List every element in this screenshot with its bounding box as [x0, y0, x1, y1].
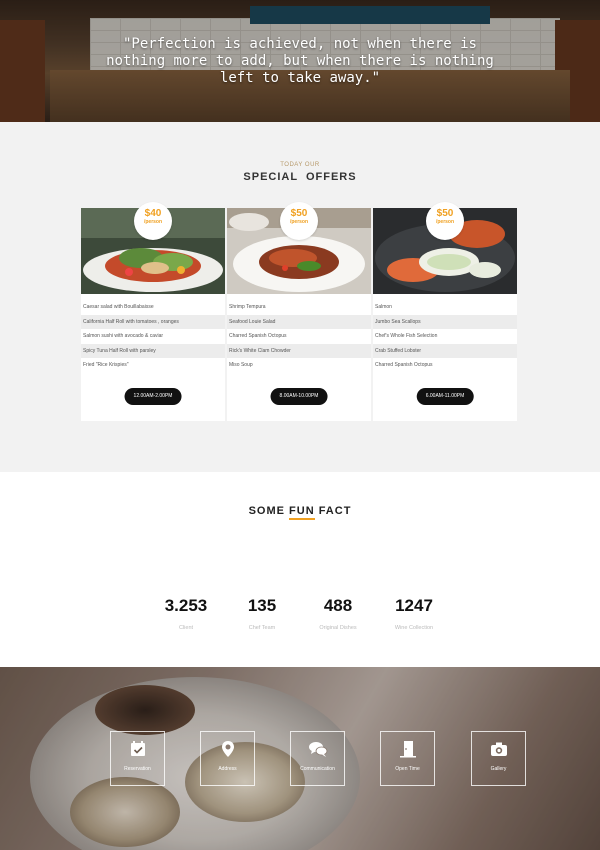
service-gallery[interactable]: Gallery [471, 731, 526, 786]
menu-item: Salmon sushi with avocado & caviar [83, 333, 164, 340]
fact-value: 1247 [395, 596, 433, 615]
special-offers-section: TODAY OUR SPECIAL OFFERS $40 /person Cae… [0, 122, 600, 472]
service-open-time[interactable]: Open Time [380, 731, 435, 786]
menu-list: Caesar salad with Bouillabaisse Californ… [81, 300, 225, 373]
price-value: $50 [436, 208, 454, 219]
menu-item: Fried "Rice Krispies" [83, 362, 129, 369]
price-badge: $40 /person [134, 202, 172, 240]
price-unit: /person [289, 219, 309, 225]
menu-item: Salmon [375, 304, 392, 310]
chat-bubbles-icon [308, 742, 327, 757]
menu-item: Jumbo Sea Scallops [373, 314, 517, 330]
facts-title-post: FACT [314, 505, 352, 517]
facts-title-pre: SOME [248, 505, 290, 517]
offers-heading: SPECIAL OFFERS [243, 171, 357, 183]
menu-item: Chef's Whole Fish Selection [375, 333, 438, 340]
map-pin-icon [221, 741, 234, 757]
service-label: Reservation [124, 766, 151, 772]
door-icon [399, 741, 416, 758]
offer-card: $50 /person Shrimp Tempura Seafood Louie… [227, 202, 371, 421]
price-value: $40 [144, 208, 162, 219]
menu-item: Crab Stuffed Lobster [373, 343, 517, 359]
menu-list: Shrimp Tempura Seafood Louie Salad Charr… [227, 300, 371, 373]
service-label: Communication [300, 766, 335, 772]
service-communication[interactable]: Communication [290, 731, 345, 786]
fun-facts-section: SOME FUN FACT 3.253 Client 135 Chef Team… [0, 472, 600, 667]
hero-quote: "Perfection is achieved, not when there … [106, 36, 494, 86]
price-value: $50 [290, 208, 308, 219]
service-reservation[interactable]: Reservation [110, 731, 165, 786]
price-badge: $50 /person [280, 202, 318, 240]
menu-item: Spicy Tuna Half Roll with parsley [81, 343, 225, 359]
fact-value: 135 [247, 596, 277, 615]
offer-card: $40 /person Caesar salad with Bouillabai… [81, 202, 225, 421]
menu-list: Salmon Jumbo Sea Scallops Chef's Whole F… [373, 300, 517, 373]
menu-item: Seafood Louie Salad [227, 314, 371, 330]
fact-value: 3.253 [164, 596, 208, 615]
fact-wine-collection: 1247 Wine Collection [374, 596, 454, 631]
service-label: Open Time [395, 766, 420, 772]
price-unit: /person [143, 219, 163, 225]
hours-button[interactable]: 12.00AM-2.00PM [124, 388, 182, 405]
fact-chef-team: 135 Chef Team [222, 596, 302, 631]
price-badge: $50 /person [426, 202, 464, 240]
hours-button[interactable]: 8.00AM-10.00PM [270, 388, 328, 405]
fact-value: 488 [323, 596, 353, 615]
camera-icon [490, 742, 507, 756]
service-label: Gallery [490, 766, 507, 772]
offer-card: $50 /person Salmon Jumbo Sea Scallops Ch… [373, 202, 517, 421]
fact-label: Client [178, 625, 194, 631]
price-unit: /person [435, 219, 455, 225]
menu-item: Shrimp Tempura [229, 304, 266, 310]
hero-banner: "Perfection is achieved, not when there … [0, 0, 600, 122]
facts-title: SOME FUN FACT [0, 505, 600, 520]
menu-item: Charred Spanish Octopus [375, 362, 433, 369]
menu-item: Rick's White Clam Chowder [227, 343, 371, 359]
fact-label: Original Dishes [319, 625, 357, 631]
service-address[interactable]: Address [200, 731, 255, 786]
fact-original-dishes: 488 Original Dishes [298, 596, 378, 631]
menu-item: California Half Roll with tomatoes , ora… [81, 314, 225, 330]
menu-item: Caesar salad with Bouillabaisse [83, 304, 154, 310]
facts-title-highlight: FUN [289, 505, 315, 520]
menu-item: Charred Spanish Octopus [229, 333, 287, 340]
fact-label: Wine Collection [394, 625, 434, 631]
fact-client: 3.253 Client [146, 596, 226, 631]
offers-eyebrow: TODAY OUR [280, 162, 320, 168]
service-label: Address [218, 766, 237, 772]
calendar-check-icon [130, 741, 145, 756]
fact-label: Chef Team [248, 625, 276, 631]
services-section: Reservation Address Communication Open T… [0, 667, 600, 850]
hours-button[interactable]: 6.00AM-11.00PM [416, 388, 474, 405]
menu-item: Miso Soup [229, 362, 253, 369]
